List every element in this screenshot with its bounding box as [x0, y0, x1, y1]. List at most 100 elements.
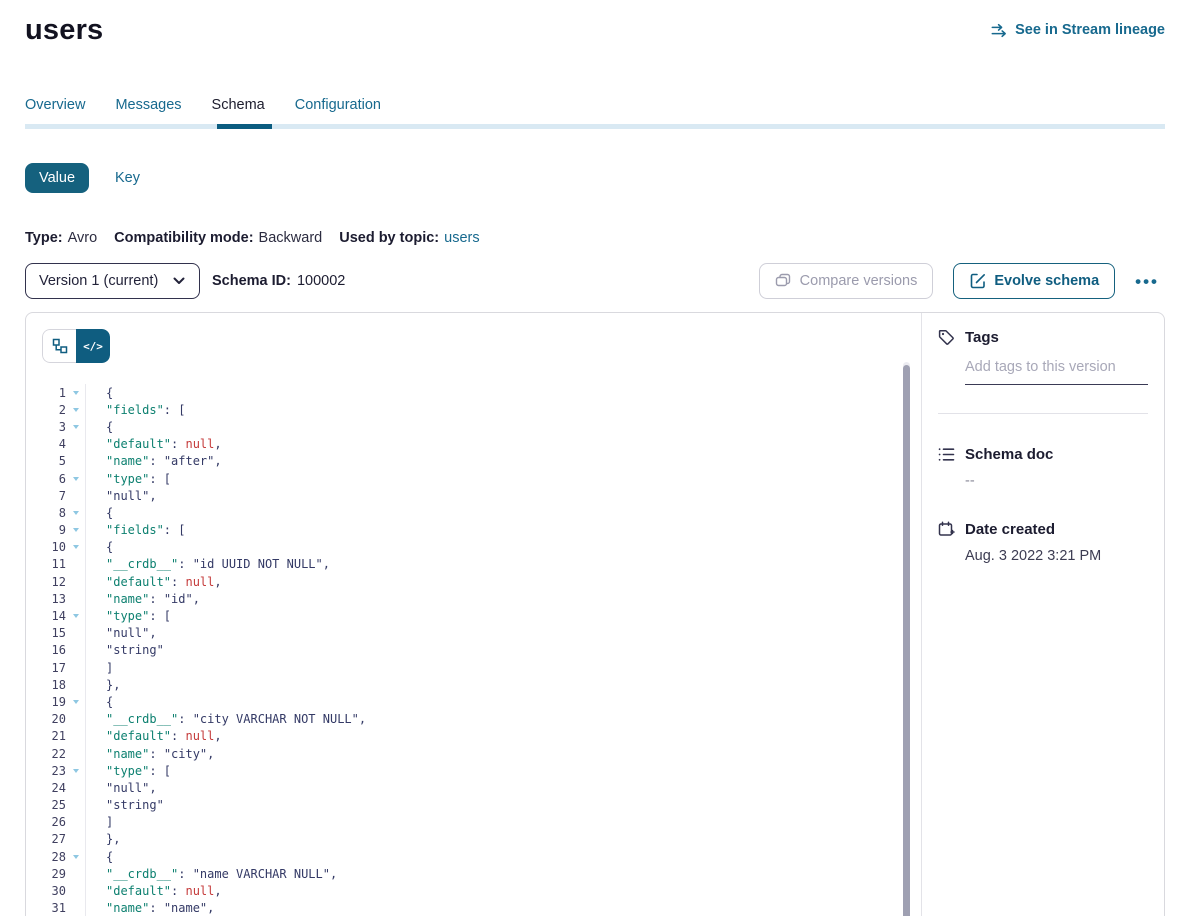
code-line: 19 { — [42, 693, 921, 710]
see-in-stream-lineage-link[interactable]: See in Stream lineage — [991, 22, 1165, 39]
topic-label: Used by topic: — [339, 230, 439, 246]
evolve-schema-button[interactable]: Evolve schema — [953, 263, 1115, 299]
active-tab-indicator — [217, 124, 272, 129]
fold-toggle-icon[interactable] — [66, 418, 85, 435]
line-number: 31 — [42, 901, 66, 915]
code-line: 1{ — [42, 384, 921, 401]
fold-spacer — [66, 728, 85, 745]
schema-id-label: Schema ID: — [212, 273, 291, 289]
topic-link[interactable]: users — [444, 230, 479, 246]
line-number: 21 — [42, 729, 66, 743]
editor-scrollbar[interactable] — [903, 362, 910, 916]
code-line: 28 { — [42, 848, 921, 865]
fold-spacer — [66, 831, 85, 848]
code-line: 22 "name": "city", — [42, 745, 921, 762]
fold-toggle-icon[interactable] — [66, 762, 85, 779]
fold-spacer — [66, 814, 85, 831]
lineage-link-label: See in Stream lineage — [1015, 22, 1165, 38]
code-view-button[interactable]: </> — [76, 329, 110, 363]
schema-doc-heading-row: Schema doc — [938, 446, 1148, 463]
line-number: 10 — [42, 540, 66, 554]
tab-messages[interactable]: Messages — [115, 97, 181, 113]
schema-id-value: 100002 — [297, 273, 345, 289]
tab-schema[interactable]: Schema — [212, 97, 265, 113]
code-line: 24 "null", — [42, 779, 921, 796]
compare-versions-label: Compare versions — [800, 273, 918, 289]
code-line: 4 "default": null, — [42, 436, 921, 453]
fold-toggle-icon[interactable] — [66, 848, 85, 865]
code-line: 10 { — [42, 539, 921, 556]
line-number: 16 — [42, 643, 66, 657]
tab-configuration[interactable]: Configuration — [295, 97, 381, 113]
key-toggle-button[interactable]: Key — [115, 170, 140, 186]
code-text: "__crdb__": "name VARCHAR NULL", — [85, 865, 921, 882]
compare-versions-button[interactable]: Compare versions — [759, 263, 934, 299]
line-number: 11 — [42, 557, 66, 571]
code-line: 14 "type": [ — [42, 607, 921, 624]
more-actions-button[interactable]: ••• — [1129, 272, 1165, 291]
code-text: "name": "name", — [85, 900, 921, 916]
code-text: "string" — [85, 642, 921, 659]
line-number: 15 — [42, 626, 66, 640]
tags-heading: Tags — [965, 329, 999, 346]
code-text: "string" — [85, 797, 921, 814]
code-text: "default": null, — [85, 728, 921, 745]
schema-panel: </> 1{2 "fields": [3 {4 "default": null,… — [25, 312, 1165, 916]
fold-spacer — [66, 676, 85, 693]
tab-bar: Overview Messages Schema Configuration — [25, 97, 1165, 113]
line-number: 9 — [42, 523, 66, 537]
line-number: 1 — [42, 386, 66, 400]
used-by-topic: Used by topic: users — [339, 230, 479, 246]
fold-spacer — [66, 590, 85, 607]
schema-doc-value: -- — [965, 473, 1148, 489]
fold-toggle-icon[interactable] — [66, 384, 85, 401]
fold-toggle-icon[interactable] — [66, 693, 85, 710]
line-number: 13 — [42, 592, 66, 606]
list-icon — [938, 446, 955, 463]
line-number: 29 — [42, 867, 66, 881]
tree-view-button[interactable] — [42, 329, 76, 363]
line-number: 26 — [42, 815, 66, 829]
type-label: Type: — [25, 230, 63, 246]
fold-spacer — [66, 453, 85, 470]
fold-toggle-icon[interactable] — [66, 401, 85, 418]
code-line: 2 "fields": [ — [42, 401, 921, 418]
code-text: "null", — [85, 487, 921, 504]
editor-view-toggle: </> — [42, 329, 110, 363]
fold-spacer — [66, 745, 85, 762]
version-select[interactable]: Version 1 (current) — [25, 263, 200, 299]
fold-toggle-icon[interactable] — [66, 504, 85, 521]
line-number: 8 — [42, 506, 66, 520]
fold-toggle-icon[interactable] — [66, 607, 85, 624]
fold-spacer — [66, 487, 85, 504]
value-toggle-button[interactable]: Value — [25, 163, 89, 193]
code-line: 6 "type": [ — [42, 470, 921, 487]
tab-overview[interactable]: Overview — [25, 97, 85, 113]
schema-actions: Compare versions Evolve schema ••• — [759, 263, 1165, 299]
fold-spacer — [66, 797, 85, 814]
tree-view-icon — [51, 338, 68, 355]
code-line: 30 "default": null, — [42, 882, 921, 899]
stream-lineage-icon — [991, 22, 1008, 39]
fold-spacer — [66, 711, 85, 728]
line-number: 18 — [42, 678, 66, 692]
schema-editor-pane: </> 1{2 "fields": [3 {4 "default": null,… — [26, 313, 921, 916]
page-header: users See in Stream lineage — [25, 0, 1165, 50]
type-value: Avro — [68, 230, 98, 246]
code-text: "type": [ — [85, 762, 921, 779]
code-line: 3 { — [42, 418, 921, 435]
line-number: 2 — [42, 403, 66, 417]
fold-toggle-icon[interactable] — [66, 470, 85, 487]
fold-toggle-icon[interactable] — [66, 522, 85, 539]
page-title: users — [25, 14, 103, 47]
editor-scrollbar-thumb[interactable] — [903, 365, 910, 916]
date-created-value: Aug. 3 2022 3:21 PM — [965, 548, 1148, 564]
sidebar-divider — [938, 413, 1148, 414]
fold-spacer — [66, 642, 85, 659]
schema-code-editor: 1{2 "fields": [3 {4 "default": null,5 "n… — [42, 384, 921, 916]
code-line: 20 "__crdb__": "city VARCHAR NOT NULL", — [42, 711, 921, 728]
add-tags-input[interactable] — [965, 359, 1148, 385]
fold-toggle-icon[interactable] — [66, 539, 85, 556]
code-line: 12 "default": null, — [42, 573, 921, 590]
tags-section: Tags — [938, 329, 1148, 414]
